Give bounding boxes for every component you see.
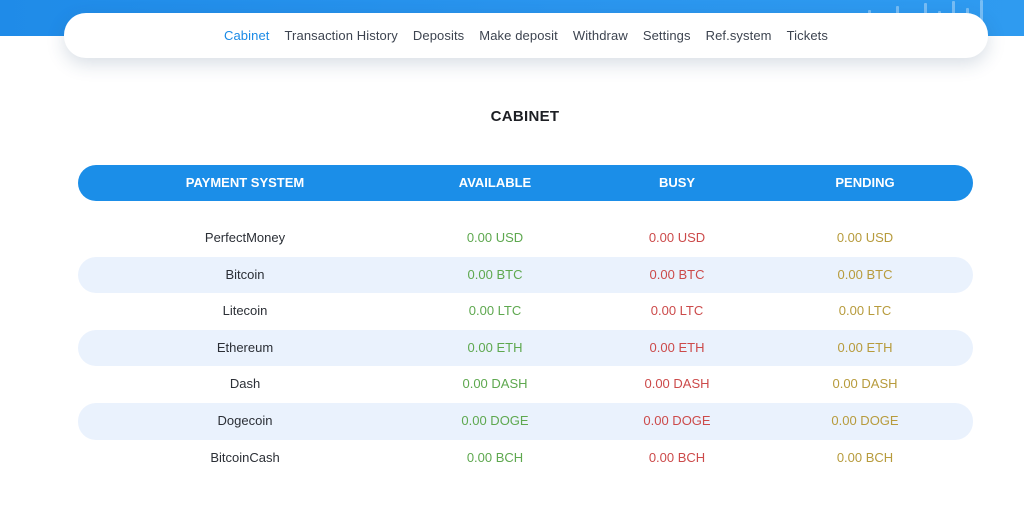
payment-system-cell: Ethereum (216, 339, 274, 355)
nav-ref-system[interactable]: Ref.system (706, 28, 772, 43)
available-cell: 0.00 LTC (468, 303, 522, 319)
available-cell: 0.00 DOGE (461, 412, 529, 428)
nav-withdraw[interactable]: Withdraw (573, 28, 628, 43)
table-row: BitcoinCash 0.00 BCH 0.00 BCH 0.00 BCH (78, 440, 973, 477)
pending-cell: 0.00 DOGE (831, 412, 899, 428)
pending-cell: 0.00 LTC (838, 303, 892, 319)
payment-system-cell: PerfectMoney (204, 230, 286, 245)
balance-table: PerfectMoney 0.00 USD 0.00 USD 0.00 USD … (78, 220, 973, 476)
table-row: PerfectMoney 0.00 USD 0.00 USD 0.00 USD (78, 220, 973, 257)
available-cell: 0.00 DASH (462, 376, 528, 392)
busy-cell: 0.00 USD (648, 230, 706, 245)
header-busy: BUSY (658, 175, 696, 190)
page-title: CABINET (490, 108, 560, 125)
pending-cell: 0.00 DASH (832, 376, 898, 392)
table-row: Litecoin 0.00 LTC 0.00 LTC 0.00 LTC (78, 293, 973, 330)
nav-cabinet[interactable]: Cabinet (224, 28, 270, 43)
available-cell: 0.00 BCH (466, 449, 524, 465)
table-row: Dogecoin 0.00 DOGE 0.00 DOGE 0.00 DOGE (78, 402, 973, 440)
pending-cell: 0.00 USD (836, 230, 894, 245)
nav-deposits[interactable]: Deposits (413, 28, 464, 43)
busy-cell: 0.00 BTC (649, 266, 705, 282)
nav-settings[interactable]: Settings (643, 28, 691, 43)
payment-system-cell: Dogecoin (217, 412, 273, 428)
table-row: Dash 0.00 DASH 0.00 DASH 0.00 DASH (78, 366, 973, 403)
header-payment-system: PAYMENT SYSTEM (185, 175, 305, 190)
nav-make-deposit[interactable]: Make deposit (479, 28, 558, 43)
pending-cell: 0.00 BCH (836, 449, 894, 465)
table-row: Bitcoin 0.00 BTC 0.00 BTC 0.00 BTC (78, 256, 973, 294)
header-available: AVAILABLE (458, 175, 532, 190)
busy-cell: 0.00 DOGE (643, 412, 711, 428)
busy-cell: 0.00 DASH (644, 376, 710, 392)
busy-cell: 0.00 LTC (650, 303, 704, 319)
pending-cell: 0.00 BTC (837, 266, 893, 282)
payment-system-cell: Dash (229, 376, 261, 392)
available-cell: 0.00 ETH (467, 339, 523, 355)
busy-cell: 0.00 ETH (649, 339, 705, 355)
available-cell: 0.00 USD (466, 230, 524, 245)
table-header: PAYMENT SYSTEM AVAILABLE BUSY PENDING (78, 165, 973, 201)
header-pending: PENDING (835, 175, 895, 190)
pending-cell: 0.00 ETH (837, 339, 893, 355)
main-nav: Cabinet Transaction History Deposits Mak… (64, 13, 988, 58)
nav-transaction-history[interactable]: Transaction History (285, 28, 398, 43)
busy-cell: 0.00 BCH (648, 449, 706, 465)
payment-system-cell: BitcoinCash (210, 449, 280, 465)
available-cell: 0.00 BTC (467, 266, 523, 282)
payment-system-cell: Litecoin (222, 303, 268, 319)
table-row: Ethereum 0.00 ETH 0.00 ETH 0.00 ETH (78, 329, 973, 367)
payment-system-cell: Bitcoin (225, 266, 265, 282)
nav-tickets[interactable]: Tickets (787, 28, 828, 43)
